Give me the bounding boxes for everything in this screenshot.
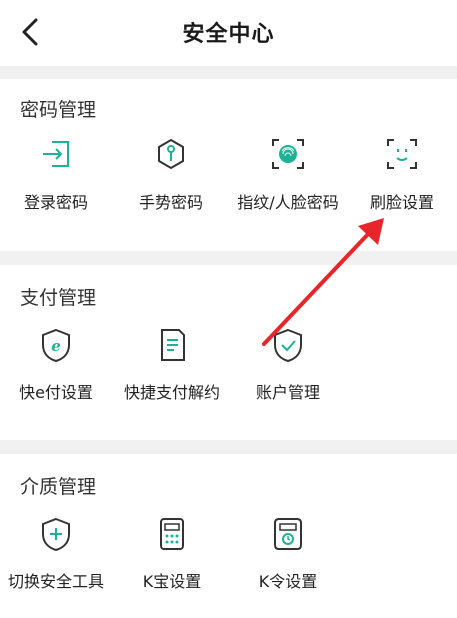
password-management-section: 密码管理 登录密码 手势密码 指纹/人脸密码 刷脸设置 [0,79,457,251]
page-title: 安全中心 [182,22,275,47]
section-title: 介质管理 [20,476,97,498]
e-pay-settings-item[interactable]: e 快e付设置 [10,327,102,403]
gesture-lock-icon [158,138,184,170]
section-divider [0,66,457,79]
header-bar: 安全中心 [0,0,457,66]
token-device-icon [274,518,302,550]
section-title: 支付管理 [20,287,97,309]
k-ling-settings-item[interactable]: K令设置 [242,516,334,592]
k-bao-settings-item[interactable]: K宝设置 [126,516,218,592]
item-label: 登录密码 [23,193,88,212]
quick-pay-cancel-item[interactable]: 快捷支付解约 [118,327,226,403]
item-label: 刷脸设置 [369,193,434,212]
item-label: K令设置 [258,572,318,591]
item-label: 快e付设置 [19,383,93,402]
face-scan-icon [387,139,417,169]
login-icon [43,141,69,167]
section-divider [0,251,457,265]
face-scan-settings-item[interactable]: 刷脸设置 [356,137,448,213]
item-label: 切换安全工具 [7,572,104,591]
payment-management-section: 支付管理 e 快e付设置 快捷支付解约 账户管理 [0,265,457,440]
item-label: 指纹/人脸密码 [237,193,339,212]
shield-check-icon [274,328,302,363]
switch-security-tool-item[interactable]: 切换安全工具 [2,516,110,592]
login-password-item[interactable]: 登录密码 [10,137,102,213]
fingerprint-face-password-item[interactable]: 指纹/人脸密码 [228,137,348,213]
e-pay-shield-icon: e [42,328,70,363]
svg-text:e: e [51,337,61,355]
fingerprint-icon [272,139,304,169]
section-title: 密码管理 [20,99,97,121]
item-label: 账户管理 [255,383,320,402]
medium-management-section: 介质管理 切换安全工具 K宝设置 K令设置 [0,454,457,618]
shield-plus-icon [42,517,70,552]
item-label: 快捷支付解约 [123,383,220,402]
document-icon [161,329,185,361]
usb-key-icon [160,518,184,550]
section-divider [0,440,457,454]
item-label: K宝设置 [142,572,202,591]
item-label: 手势密码 [138,193,203,212]
account-management-item[interactable]: 账户管理 [242,327,334,403]
gesture-password-item[interactable]: 手势密码 [125,137,217,213]
